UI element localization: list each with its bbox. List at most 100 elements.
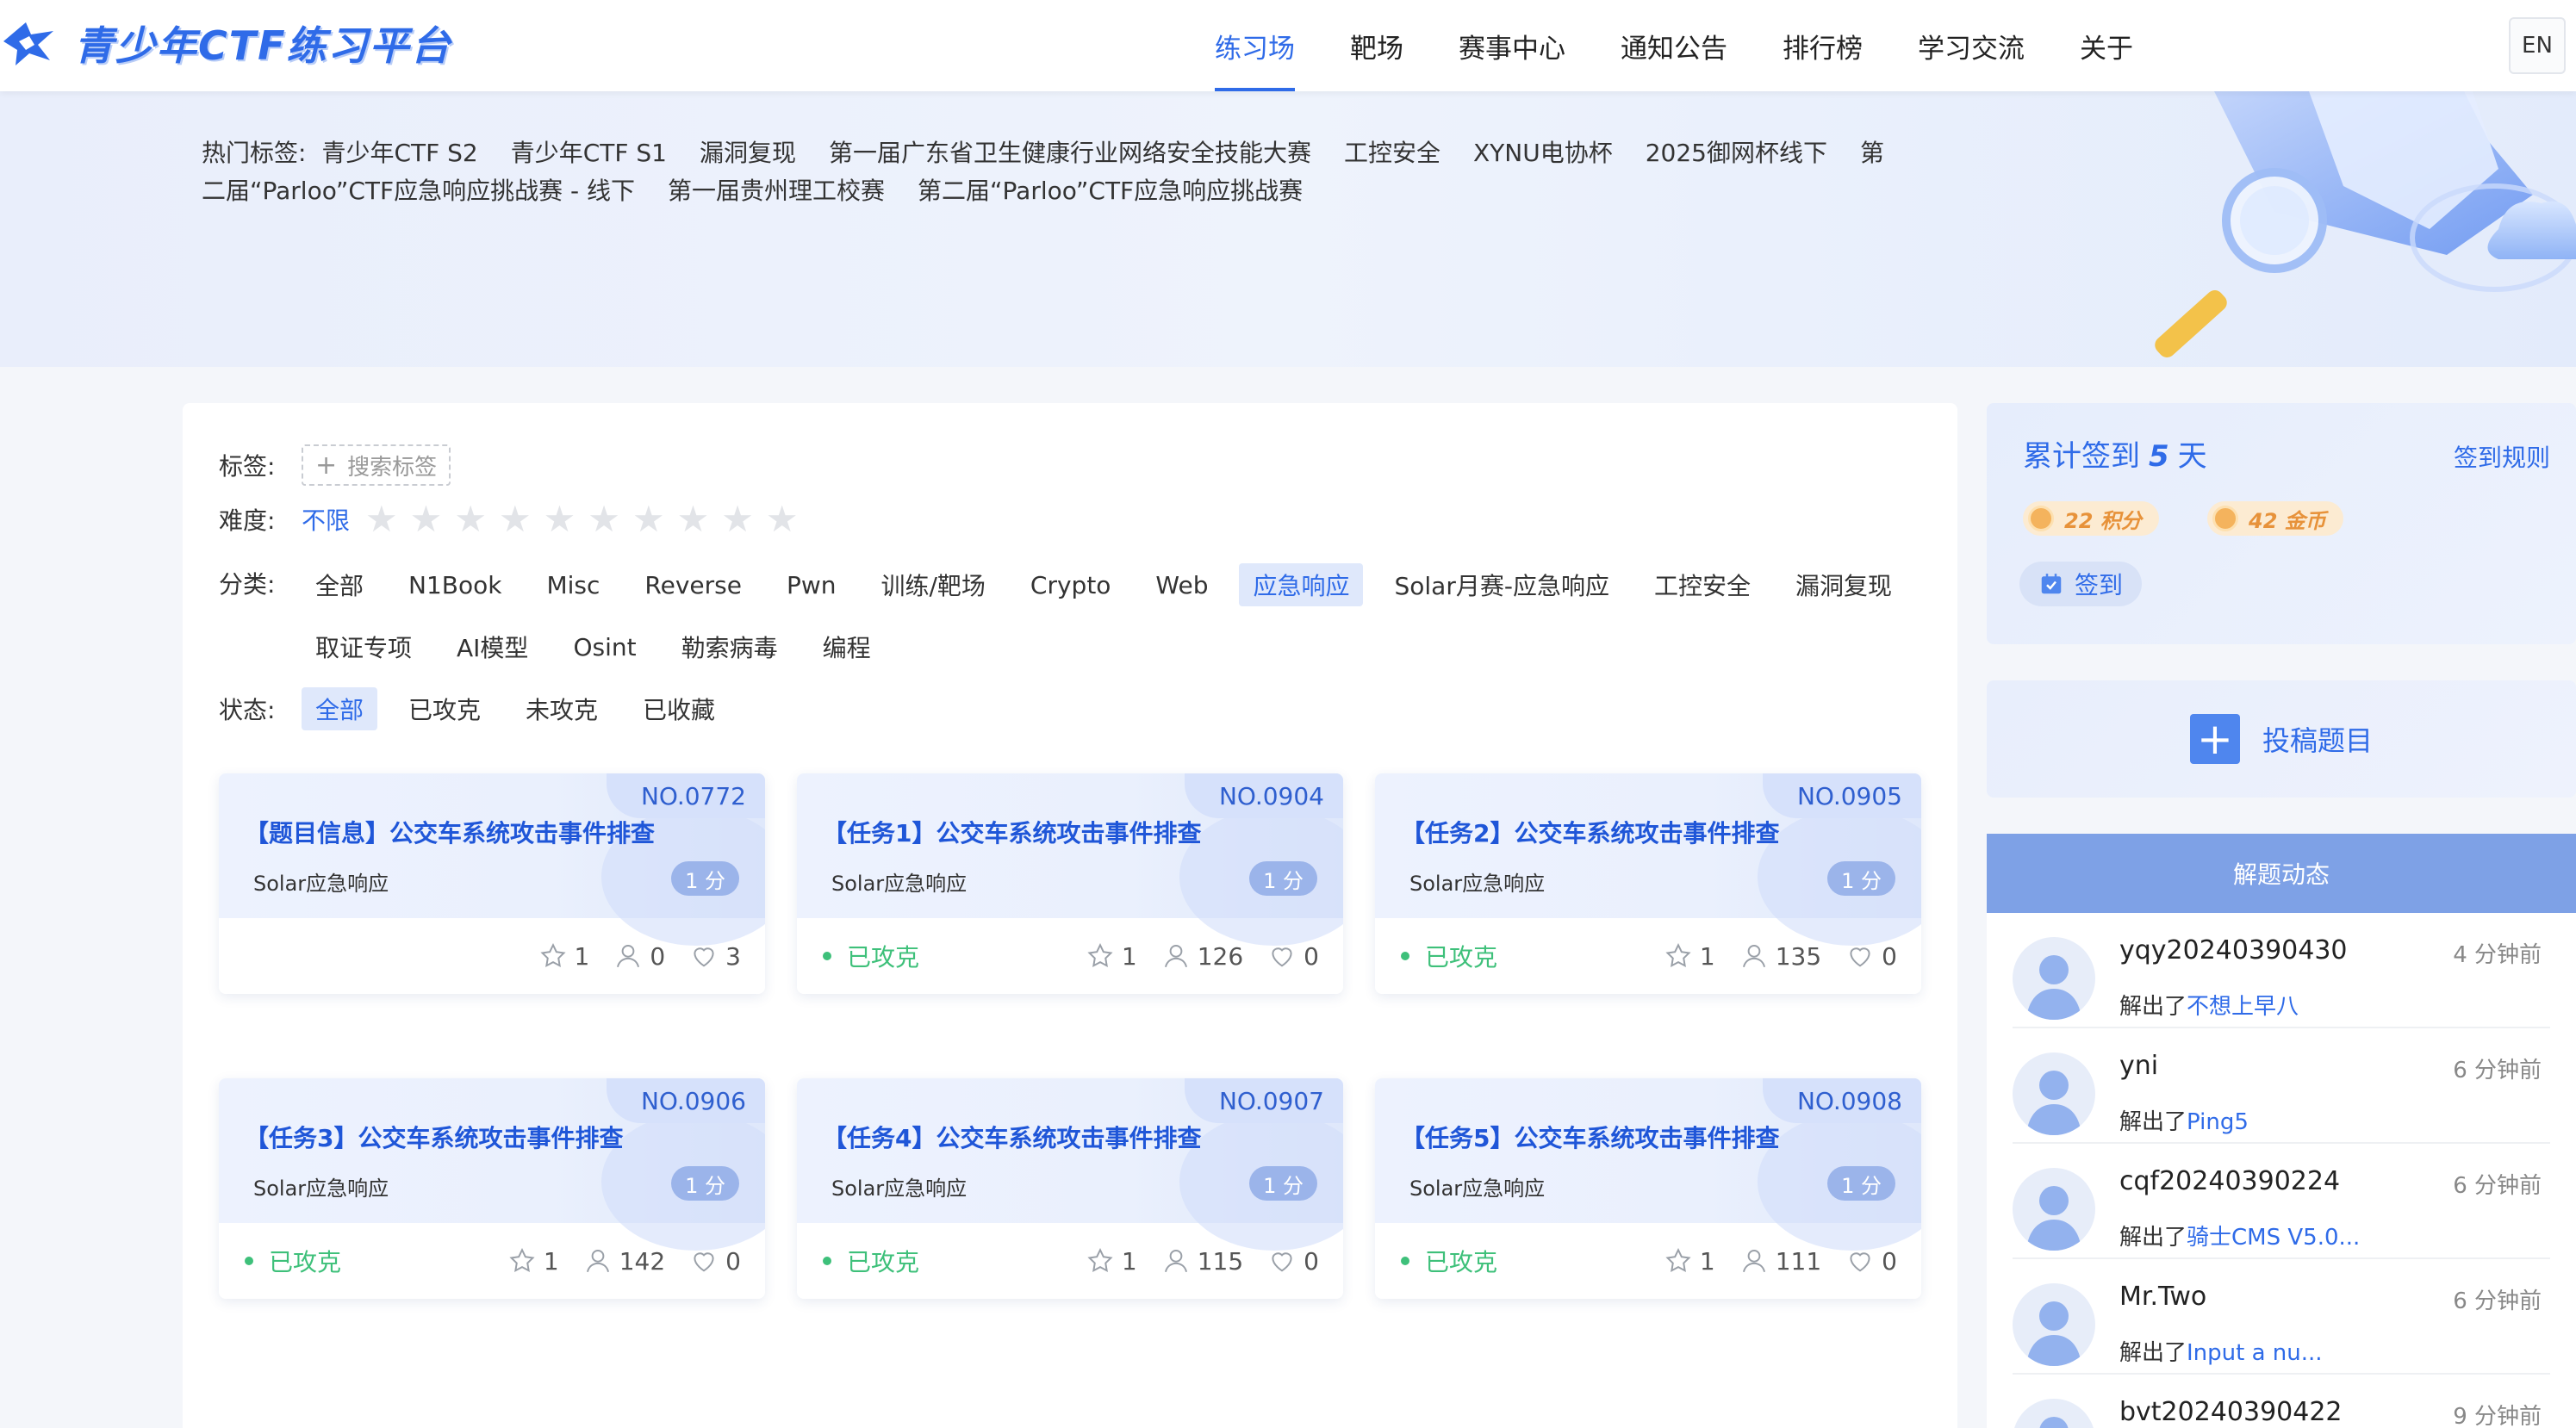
hot-tag[interactable]: 漏洞复现 <box>700 139 796 167</box>
category-vuln-reproduce[interactable]: 漏洞复现 <box>1782 563 1906 606</box>
category-incident-response[interactable]: 应急响应 <box>1239 563 1364 606</box>
difficulty-star-icon[interactable]: ★ <box>410 498 443 540</box>
favorite-stat[interactable]: 1 <box>1086 941 1137 971</box>
star-icon <box>1087 1247 1113 1273</box>
difficulty-star-icon[interactable]: ★ <box>499 498 532 540</box>
status-favorited[interactable]: 已收藏 <box>629 687 729 730</box>
hot-tag[interactable]: 第一届贵州理工校赛 <box>668 177 885 205</box>
category-crypto[interactable]: Crypto <box>1017 563 1125 606</box>
nav-practice[interactable]: 练习场 <box>1215 0 1295 91</box>
challenge-title[interactable]: 【任务3】公交车系统攻击事件排查 <box>245 1120 623 1154</box>
user-avatar[interactable] <box>2013 1283 2095 1366</box>
like-stat[interactable]: 0 <box>1267 1246 1319 1276</box>
feed-username[interactable]: yqy20240390430 <box>2119 935 2348 965</box>
like-stat[interactable]: 0 <box>689 1246 741 1276</box>
challenge-card[interactable]: NO.0907 【任务4】公交车系统攻击事件排查 Solar应急响应 1 分 已… <box>797 1078 1343 1299</box>
default-avatar-icon <box>2026 1071 2081 1135</box>
submit-challenge-button[interactable]: + 投稿题目 <box>1987 680 2576 798</box>
favorite-count: 1 <box>1699 1246 1715 1276</box>
user-avatar[interactable] <box>2013 1399 2095 1428</box>
category-all[interactable]: 全部 <box>302 563 377 606</box>
tag-search-button[interactable]: + 搜索标签 <box>302 444 451 486</box>
nav-about[interactable]: 关于 <box>2080 0 2133 91</box>
language-toggle-button[interactable]: EN <box>2509 17 2566 74</box>
solvers-stat: 142 <box>583 1246 665 1276</box>
category-training[interactable]: 训练/靶场 <box>867 563 999 606</box>
challenge-card[interactable]: NO.0906 【任务3】公交车系统攻击事件排查 Solar应急响应 1 分 已… <box>219 1078 765 1299</box>
category-forensics[interactable]: 取证专项 <box>302 625 426 668</box>
challenge-card[interactable]: NO.0908 【任务5】公交车系统攻击事件排查 Solar应急响应 1 分 已… <box>1375 1078 1921 1299</box>
signin-rules-link[interactable]: 签到规则 <box>2454 439 2550 474</box>
category-web[interactable]: Web <box>1142 563 1222 606</box>
feed-challenge-link[interactable]: 骑士CMS V5.0... <box>2187 1225 2360 1251</box>
challenge-title[interactable]: 【任务1】公交车系统攻击事件排查 <box>823 815 1201 849</box>
challenge-title[interactable]: 【任务4】公交车系统攻击事件排查 <box>823 1120 1201 1154</box>
status-solved[interactable]: 已攻克 <box>395 687 495 730</box>
category-programming[interactable]: 编程 <box>809 625 885 668</box>
site-logo[interactable]: 青少年CTF练习平台 <box>0 12 452 74</box>
challenge-title[interactable]: 【任务5】公交车系统攻击事件排查 <box>1401 1120 1779 1154</box>
feed-challenge-link[interactable]: 不想上早八 <box>2187 994 2299 1020</box>
user-avatar[interactable] <box>2013 1052 2095 1135</box>
user-avatar[interactable] <box>2013 1168 2095 1251</box>
nav-range[interactable]: 靶场 <box>1350 0 1403 91</box>
favorite-stat[interactable]: 1 <box>1664 1246 1715 1276</box>
category-ransomware[interactable]: 勒索病毒 <box>668 625 792 668</box>
category-solar-monthly[interactable]: Solar月赛-应急响应 <box>1380 563 1622 606</box>
favorite-stat[interactable]: 1 <box>507 1246 559 1276</box>
hot-tag[interactable]: 青少年CTF S1 <box>511 139 667 167</box>
signin-button[interactable]: 签到 <box>2019 562 2143 606</box>
nav-learning[interactable]: 学习交流 <box>1918 0 2025 91</box>
difficulty-star-icon[interactable]: ★ <box>766 498 799 540</box>
hot-tag[interactable]: 工控安全 <box>1344 139 1440 167</box>
difficulty-star-icon[interactable]: ★ <box>544 498 576 540</box>
category-ai-model[interactable]: AI模型 <box>443 625 542 668</box>
challenge-title[interactable]: 【题目信息】公交车系统攻击事件排查 <box>245 815 655 849</box>
favorite-stat[interactable]: 1 <box>1086 1246 1137 1276</box>
favorite-stat[interactable]: 1 <box>538 941 589 971</box>
category-misc[interactable]: Misc <box>532 563 613 606</box>
challenge-card[interactable]: NO.0905 【任务2】公交车系统攻击事件排查 Solar应急响应 1 分 已… <box>1375 773 1921 994</box>
difficulty-star-icon[interactable]: ★ <box>677 498 710 540</box>
difficulty-any-option[interactable]: 不限 <box>302 502 350 537</box>
user-avatar[interactable] <box>2013 937 2095 1020</box>
hot-tag[interactable]: XYNU电协杯 <box>1473 139 1613 167</box>
challenge-card[interactable]: NO.0904 【任务1】公交车系统攻击事件排查 Solar应急响应 1 分 已… <box>797 773 1343 994</box>
feed-username[interactable]: Mr.Two <box>2119 1282 2206 1312</box>
category-reverse[interactable]: Reverse <box>631 563 756 606</box>
challenge-score-badge: 1 分 <box>671 1166 739 1201</box>
status-unsolved[interactable]: 未攻克 <box>512 687 612 730</box>
nav-leaderboard[interactable]: 排行榜 <box>1783 0 1863 91</box>
hot-tag[interactable]: 第一届广东省卫生健康行业网络安全技能大赛 <box>829 139 1311 167</box>
like-stat[interactable]: 0 <box>1267 941 1319 971</box>
feed-challenge-link[interactable]: Ping5 <box>2187 1109 2249 1135</box>
challenge-card[interactable]: NO.0772 【题目信息】公交车系统攻击事件排查 Solar应急响应 1 分 … <box>219 773 765 994</box>
challenge-title[interactable]: 【任务2】公交车系统攻击事件排查 <box>1401 815 1779 849</box>
hot-tag[interactable]: 第二届“Parloo”CTF应急响应挑战赛 <box>918 177 1303 205</box>
like-stat[interactable]: 3 <box>689 941 741 971</box>
difficulty-star-icon[interactable]: ★ <box>365 498 398 540</box>
status-all[interactable]: 全部 <box>302 687 378 730</box>
hot-tag[interactable]: 2025御网杯线下 <box>1646 139 1827 167</box>
feed-solved-prefix: 解出了 <box>2119 1109 2187 1135</box>
feed-username[interactable]: bvt20240390422 <box>2119 1397 2343 1427</box>
hot-tag[interactable]: 青少年CTF S2 <box>321 139 477 167</box>
like-stat[interactable]: 0 <box>1845 941 1897 971</box>
category-ics-security[interactable]: 工控安全 <box>1640 563 1764 606</box>
difficulty-star-icon[interactable]: ★ <box>454 498 487 540</box>
feed-solved-prefix: 解出了 <box>2119 1225 2187 1251</box>
category-osint[interactable]: Osint <box>559 625 650 668</box>
favorite-stat[interactable]: 1 <box>1664 941 1715 971</box>
nav-events[interactable]: 赛事中心 <box>1459 0 1565 91</box>
like-stat[interactable]: 0 <box>1845 1246 1897 1276</box>
category-pwn[interactable]: Pwn <box>773 563 850 606</box>
difficulty-star-icon[interactable]: ★ <box>588 498 620 540</box>
solved-status: 已攻克 <box>1401 918 1497 994</box>
feed-username[interactable]: yni <box>2119 1051 2158 1081</box>
feed-challenge-link[interactable]: Input a nu... <box>2187 1340 2323 1366</box>
difficulty-star-icon[interactable]: ★ <box>632 498 665 540</box>
nav-notices[interactable]: 通知公告 <box>1621 0 1727 91</box>
difficulty-star-icon[interactable]: ★ <box>721 498 754 540</box>
category-n1book[interactable]: N1Book <box>395 563 515 606</box>
feed-username[interactable]: cqf20240390224 <box>2119 1166 2340 1196</box>
